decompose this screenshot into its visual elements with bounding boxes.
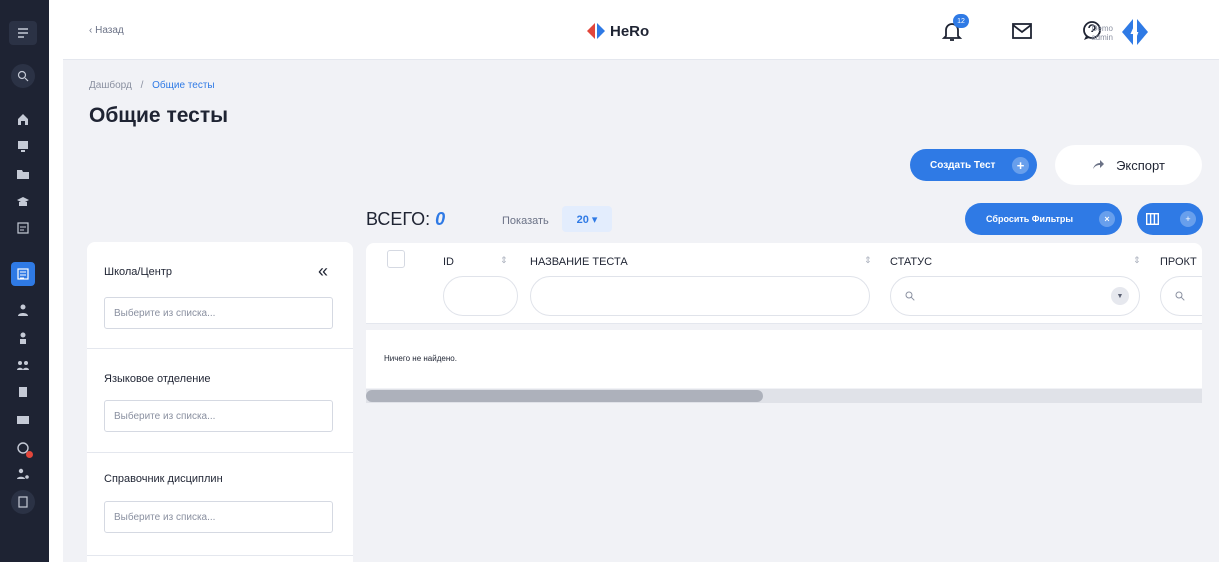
user-name-line2: admin (1091, 33, 1113, 42)
column-status[interactable]: СТАТУС (890, 256, 932, 268)
filter-label: Справочник дисциплин (104, 473, 223, 485)
plus-icon: + (1180, 211, 1196, 227)
select-all-checkbox[interactable] (387, 250, 405, 268)
monitor-icon[interactable] (9, 134, 37, 158)
total-value: 0 (435, 209, 446, 229)
search-icon[interactable] (11, 64, 35, 88)
sort-icon[interactable]: ⇕ (500, 255, 508, 266)
topbar: ‹ Назад HeRo 12 Demo admin (63, 0, 1219, 60)
app-logo[interactable]: HeRo (586, 22, 649, 40)
avatar[interactable] (1118, 15, 1152, 49)
column-id[interactable]: ID (443, 256, 454, 268)
user-settings-icon[interactable] (9, 462, 37, 486)
school-select[interactable]: Выберите из списка... (104, 297, 333, 329)
column-project[interactable]: ПРОКТ (1160, 256, 1197, 268)
search-icon (1175, 291, 1185, 301)
page-title: Общие тесты (89, 104, 229, 127)
notifications-button[interactable]: 12 (941, 14, 969, 42)
page-size-label: Показать (502, 215, 549, 227)
calculator-icon[interactable] (11, 490, 35, 514)
column-test-name[interactable]: НАЗВАНИЕ ТЕСТА (530, 256, 628, 268)
avatar-logo-icon (1122, 19, 1148, 45)
name-filter-input[interactable] (530, 276, 870, 316)
student-icon[interactable] (9, 326, 37, 350)
tests-icon[interactable] (11, 262, 35, 286)
home-icon[interactable] (9, 107, 37, 131)
total-label: ВСЕГО: (366, 209, 431, 229)
sort-icon[interactable]: ⇕ (1133, 255, 1141, 266)
groups-icon[interactable] (9, 353, 37, 377)
reset-filters-button[interactable]: Сбросить Фильтры × (965, 203, 1122, 235)
breadcrumb-separator: / (140, 80, 144, 91)
page-size-select[interactable]: 20 ▾ (562, 206, 612, 232)
user-name-line1: Demo (1091, 24, 1113, 33)
total-count: ВСЕГО: 0 (366, 209, 445, 230)
folder-icon[interactable] (9, 162, 37, 186)
empty-state-text: Ничего не найдено. (384, 354, 457, 363)
menu-icon[interactable] (9, 21, 37, 45)
reset-filters-label: Сбросить Фильтры (986, 214, 1074, 224)
breadcrumb-current: Общие тесты (152, 80, 215, 91)
filter-school: Школа/Центр Выберите из списка... (87, 242, 353, 349)
id-filter-input[interactable] (443, 276, 518, 316)
filter-disciplines: Справочник дисциплин Выберите из списка.… (87, 453, 353, 556)
alert-dot (26, 451, 33, 458)
create-test-label: Создать Тест (930, 159, 996, 171)
user-name[interactable]: Demo admin (1087, 24, 1113, 42)
disciplines-select[interactable]: Выберите из списка... (104, 501, 333, 533)
scrollbar-thumb[interactable] (366, 390, 763, 402)
sidebar (0, 0, 49, 562)
schedule-icon[interactable] (9, 216, 37, 240)
breadcrumb-home[interactable]: Дашборд (89, 80, 132, 91)
columns-icon (1146, 213, 1159, 225)
tag-icon[interactable] (9, 436, 37, 460)
empty-state-row: Ничего не найдено. (366, 330, 1202, 388)
table-header: ID ⇕ НАЗВАНИЕ ТЕСТА ⇕ СТАТУС ⇕ ПРОКТ ▼ (366, 243, 1202, 324)
filter-label: Школа/Центр (104, 266, 172, 278)
left-nav (0, 0, 63, 562)
project-filter-input[interactable] (1160, 276, 1202, 316)
document-icon[interactable] (9, 380, 37, 404)
language-dept-select[interactable]: Выберите из списка... (104, 400, 333, 432)
mail-icon (1012, 23, 1032, 39)
messages-button[interactable] (1011, 20, 1033, 42)
columns-button[interactable]: + (1137, 203, 1203, 235)
create-test-button[interactable]: Создать Тест + (910, 149, 1037, 181)
chevron-down-icon[interactable]: ▼ (1111, 287, 1129, 305)
filters-panel: « Школа/Центр Выберите из списка... Язык… (87, 242, 353, 562)
close-icon: × (1099, 211, 1115, 227)
back-link[interactable]: ‹ Назад (89, 25, 124, 36)
filter-language-dept: Языковое отделение Выберите из списка... (87, 349, 353, 453)
school-icon[interactable] (9, 189, 37, 213)
card-icon[interactable] (9, 408, 37, 432)
export-button[interactable]: Экспорт (1055, 145, 1202, 185)
status-filter-select[interactable]: ▼ (890, 276, 1140, 316)
breadcrumb: Дашборд / Общие тесты (89, 80, 215, 91)
share-arrow-icon (1093, 160, 1105, 169)
notification-badge: 12 (953, 14, 969, 28)
horizontal-scrollbar[interactable] (366, 389, 1202, 403)
sort-icon[interactable]: ⇕ (864, 255, 872, 266)
plus-icon: + (1012, 157, 1029, 174)
logo-text: HeRo (610, 22, 650, 40)
logo-icon (587, 23, 605, 39)
search-icon (905, 291, 915, 301)
filter-label: Языковое отделение (104, 373, 211, 385)
teacher-icon[interactable] (9, 298, 37, 322)
export-label: Экспорт (1116, 157, 1165, 173)
